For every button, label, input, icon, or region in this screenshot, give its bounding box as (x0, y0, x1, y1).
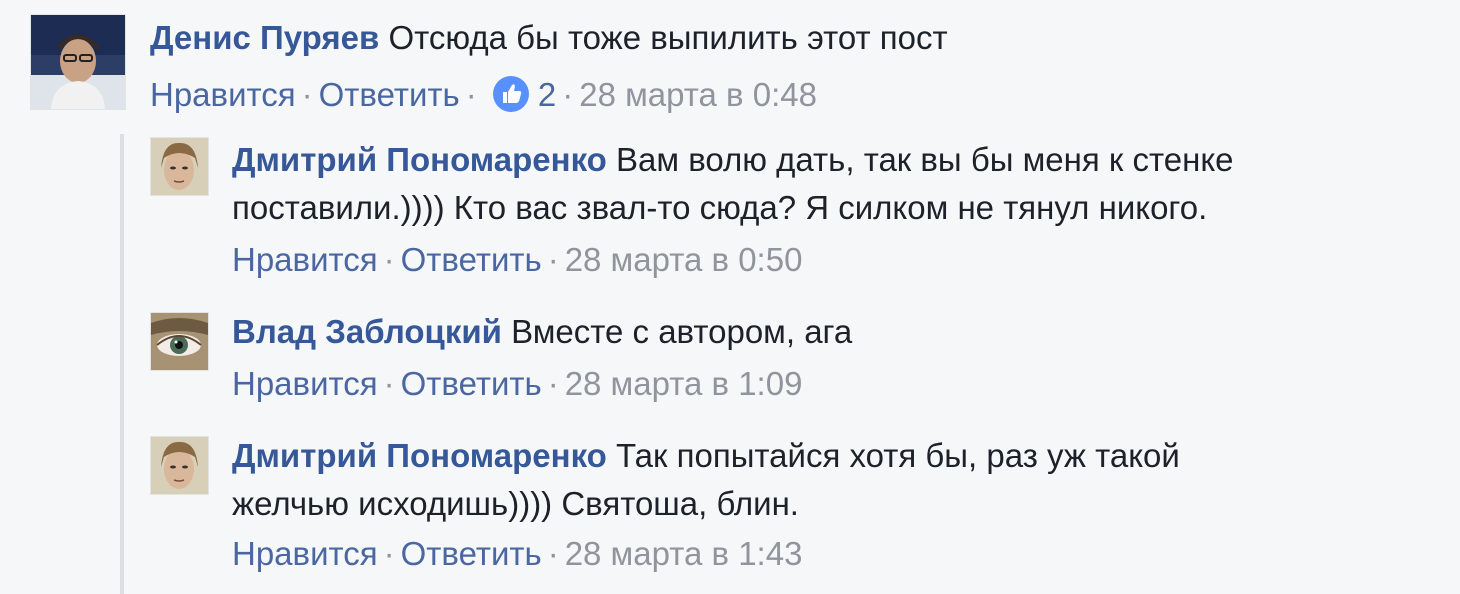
avatar[interactable] (150, 436, 209, 495)
comment: Денис Пуряев Отсюда бы тоже выпилить это… (0, 0, 1460, 130)
avatar-photo (151, 138, 208, 195)
reply-actions: Нравится · Ответить · 28 марта в 1:09 (232, 364, 802, 404)
reply-actions: Нравится · Ответить · 28 марта в 1:43 (232, 534, 802, 574)
reply-body-line1: Вам волю дать, так вы бы меня к стенке (615, 141, 1234, 178)
reply-author[interactable]: Дмитрий Пономаренко (232, 437, 607, 474)
avatar[interactable] (30, 14, 126, 110)
comment-actions: Нравится · Ответить · 2 · 28 марта в 0:48 (150, 75, 817, 115)
separator: · (383, 365, 395, 402)
separator: · (547, 535, 559, 572)
comment-body: Отсюда бы тоже выпилить этот пост (388, 19, 948, 56)
reply-timestamp[interactable]: 28 марта в 1:43 (565, 535, 803, 572)
like-button[interactable]: Нравится (150, 76, 296, 113)
reply: Дмитрий Пономаренко Вам волю дать, так в… (0, 134, 1460, 284)
reply: Дмитрий Пономаренко Так попытайся хотя б… (0, 430, 1460, 590)
separator: · (465, 76, 477, 113)
reply-author[interactable]: Дмитрий Пономаренко (232, 141, 607, 178)
separator: · (547, 241, 559, 278)
comment-text: Денис Пуряев Отсюда бы тоже выпилить это… (150, 14, 1430, 62)
reply-text: Влад Заблоцкий Вместе с автором, ага (232, 308, 1432, 356)
reply-text: Дмитрий Пономаренко Вам волю дать, так в… (232, 136, 1432, 232)
like-button[interactable]: Нравится (232, 365, 378, 402)
reply-body-line2: желчью исходишь)))) Святоша, блин. (232, 485, 799, 522)
avatar[interactable] (150, 312, 209, 371)
avatar-photo (31, 15, 125, 109)
reply-body-line2: поставили.)))) Кто вас звал-то сюда? Я с… (232, 189, 1208, 226)
reply-button[interactable]: Ответить (401, 241, 542, 278)
reply-body-line1: Вместе с автором, ага (511, 313, 853, 350)
reply-body-line1: Так попытайся хотя бы, раз уж такой (615, 437, 1180, 474)
avatar-photo (151, 313, 208, 370)
avatar-photo (151, 437, 208, 494)
reply-timestamp[interactable]: 28 марта в 1:09 (565, 365, 803, 402)
like-thumb-icon[interactable] (492, 75, 530, 113)
separator: · (301, 76, 313, 113)
comment-timestamp[interactable]: 28 марта в 0:48 (579, 76, 817, 113)
separator: · (562, 76, 574, 113)
like-count[interactable]: 2 (538, 76, 556, 113)
reply-text: Дмитрий Пономаренко Так попытайся хотя б… (232, 432, 1432, 528)
avatar[interactable] (150, 137, 209, 196)
reply-button[interactable]: Ответить (319, 76, 460, 113)
separator: · (383, 241, 395, 278)
separator: · (547, 365, 559, 402)
like-button[interactable]: Нравится (232, 241, 378, 278)
reply: Влад Заблоцкий Вместе с автором, ага Нра… (0, 306, 1460, 416)
reply-button[interactable]: Ответить (401, 535, 542, 572)
reply-author[interactable]: Влад Заблоцкий (232, 313, 502, 350)
comment-author[interactable]: Денис Пуряев (150, 19, 379, 56)
comment-thread: Денис Пуряев Отсюда бы тоже выпилить это… (0, 0, 1460, 594)
reply-button[interactable]: Ответить (401, 365, 542, 402)
like-button[interactable]: Нравится (232, 535, 378, 572)
reply-actions: Нравится · Ответить · 28 марта в 0:50 (232, 240, 802, 280)
reply-timestamp[interactable]: 28 марта в 0:50 (565, 241, 803, 278)
separator: · (383, 535, 395, 572)
